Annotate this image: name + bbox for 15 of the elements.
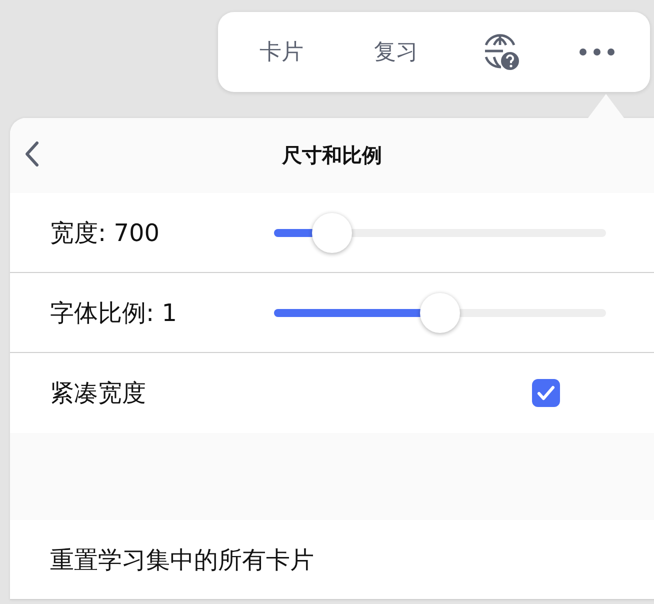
globe-help-icon bbox=[482, 33, 520, 71]
back-icon bbox=[24, 140, 40, 168]
slider-thumb[interactable] bbox=[420, 292, 460, 332]
checkbox[interactable] bbox=[532, 378, 560, 406]
more-icon bbox=[578, 48, 615, 56]
back-button[interactable] bbox=[24, 140, 40, 168]
setting-label: 字体比例: 1 bbox=[50, 298, 178, 328]
slider-thumb[interactable] bbox=[312, 212, 352, 252]
setting-label: 紧凑宽度 bbox=[50, 378, 147, 408]
reset-cards-button[interactable]: 重置学习集中的所有卡片 bbox=[10, 520, 654, 600]
toolbar-tab[interactable]: 复习 bbox=[364, 31, 428, 73]
toolbar-tab[interactable]: 卡片 bbox=[249, 31, 314, 73]
setting-label: 宽度: 700 bbox=[50, 218, 161, 248]
check-icon bbox=[537, 384, 555, 400]
panel-title: 尺寸和比例 bbox=[282, 142, 382, 169]
